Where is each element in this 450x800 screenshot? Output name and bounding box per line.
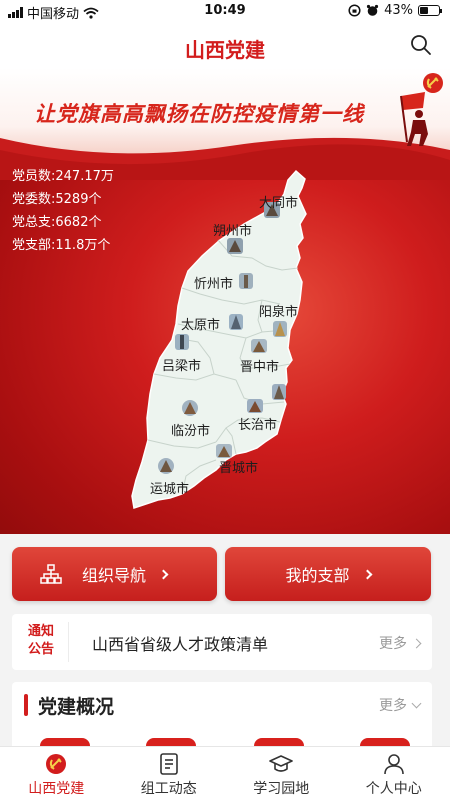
news-icon	[159, 753, 178, 775]
chevron-down-icon	[411, 698, 422, 708]
overview-more-label: 更多	[379, 698, 407, 714]
status-right: 43%	[348, 3, 442, 18]
chevron-right-icon	[362, 569, 372, 579]
city-label-lvliang[interactable]: 吕梁市	[162, 358, 201, 374]
tab-study-garden[interactable]: 学习园地	[225, 747, 338, 800]
city-label-linfen[interactable]: 临汾市	[171, 423, 210, 439]
tab-org-news[interactable]: 组工动态	[113, 747, 226, 800]
chevron-right-icon	[158, 569, 169, 579]
party-emblem-icon	[46, 754, 67, 774]
landmark-changzhi	[247, 399, 263, 413]
shanxi-map[interactable]: 大同市 朔州市 忻州市 阳泉市 太原市 吕梁市 晋中市 临汾市 长治市 晋城市 …	[0, 68, 450, 534]
overview-title: 党建概况	[38, 696, 115, 718]
landmark-jinzhong	[251, 339, 267, 353]
city-label-jinzhong[interactable]: 晋中市	[240, 359, 279, 375]
hero-banner[interactable]: 让党旗高高飘扬在防控疫情第一线 党员数: 247.17万 党委数: 5289个 党总…	[0, 68, 450, 534]
status-bar: 中国移动 10:49 43%	[0, 0, 450, 22]
org-nav-button[interactable]: 组织导航	[12, 547, 217, 601]
app-header: 山西党建	[0, 22, 450, 68]
notice-text[interactable]: 山西省省级人才政策清单	[92, 631, 268, 655]
notice-tag: 通知 公告	[16, 620, 66, 664]
alarm-icon	[366, 4, 379, 16]
overview-more-link[interactable]: 更多	[379, 695, 422, 715]
battery-percent: 43%	[384, 3, 413, 18]
notice-tag-line1: 通知	[27, 624, 54, 639]
tab-label: 学习园地	[253, 781, 310, 797]
tab-bar: 山西党建 组工动态 学习园地 个人中心	[0, 746, 450, 800]
city-label-shuozhou[interactable]: 朔州市	[213, 223, 252, 239]
landmark-yuncheng	[158, 458, 174, 474]
battery-level	[420, 7, 428, 14]
city-label-yuncheng[interactable]: 运城市	[150, 481, 189, 497]
search-icon[interactable]	[410, 34, 432, 56]
notice-more-link[interactable]: 更多	[379, 633, 422, 653]
landmark-changzhi-2	[272, 384, 286, 400]
city-label-changzhi[interactable]: 长治市	[238, 417, 277, 433]
page-title: 山西党建	[185, 38, 265, 62]
landmark-xinzhou	[239, 273, 253, 289]
org-chart-icon	[40, 564, 62, 584]
landmark-shuozhou	[227, 238, 243, 254]
tab-label: 个人中心	[365, 781, 422, 797]
tab-shanxi-party[interactable]: 山西党建	[0, 747, 113, 800]
landmark-jincheng	[216, 444, 232, 458]
org-nav-label: 组织导航	[82, 566, 147, 585]
city-label-xinzhou[interactable]: 忻州市	[194, 276, 233, 292]
notice-more-label: 更多	[379, 636, 407, 652]
my-branch-button[interactable]: 我的支部	[225, 547, 431, 601]
section-accent-bar	[24, 694, 28, 716]
chevron-right-icon	[411, 638, 422, 648]
battery-icon	[418, 5, 442, 16]
city-label-jincheng[interactable]: 晋城市	[219, 460, 258, 476]
notice-divider	[68, 622, 69, 662]
graduation-cap-icon	[269, 755, 294, 772]
landmark-lvliang	[175, 334, 189, 350]
landmark-linfen	[182, 400, 198, 416]
city-label-datong[interactable]: 大同市	[259, 195, 298, 211]
tab-label: 组工动态	[140, 781, 197, 797]
city-label-yangquan[interactable]: 阳泉市	[259, 304, 298, 320]
city-label-taiyuan[interactable]: 太原市	[181, 317, 220, 333]
notice-bar[interactable]: 通知 公告 山西省省级人才政策清单 更多	[12, 614, 432, 670]
user-icon	[383, 754, 404, 775]
notice-tag-line2: 公告	[27, 642, 54, 657]
tab-label: 山西党建	[28, 781, 85, 797]
rotation-lock-icon	[348, 4, 361, 17]
landmark-yangquan	[273, 321, 287, 337]
app-screen: 中国移动 10:49 43% 山西党建 让党旗高高飘扬在防控疫情第一线 党员数:…	[0, 0, 450, 800]
tab-personal-center[interactable]: 个人中心	[338, 747, 450, 800]
my-branch-label: 我的支部	[285, 566, 350, 585]
landmark-taiyuan	[229, 314, 243, 330]
